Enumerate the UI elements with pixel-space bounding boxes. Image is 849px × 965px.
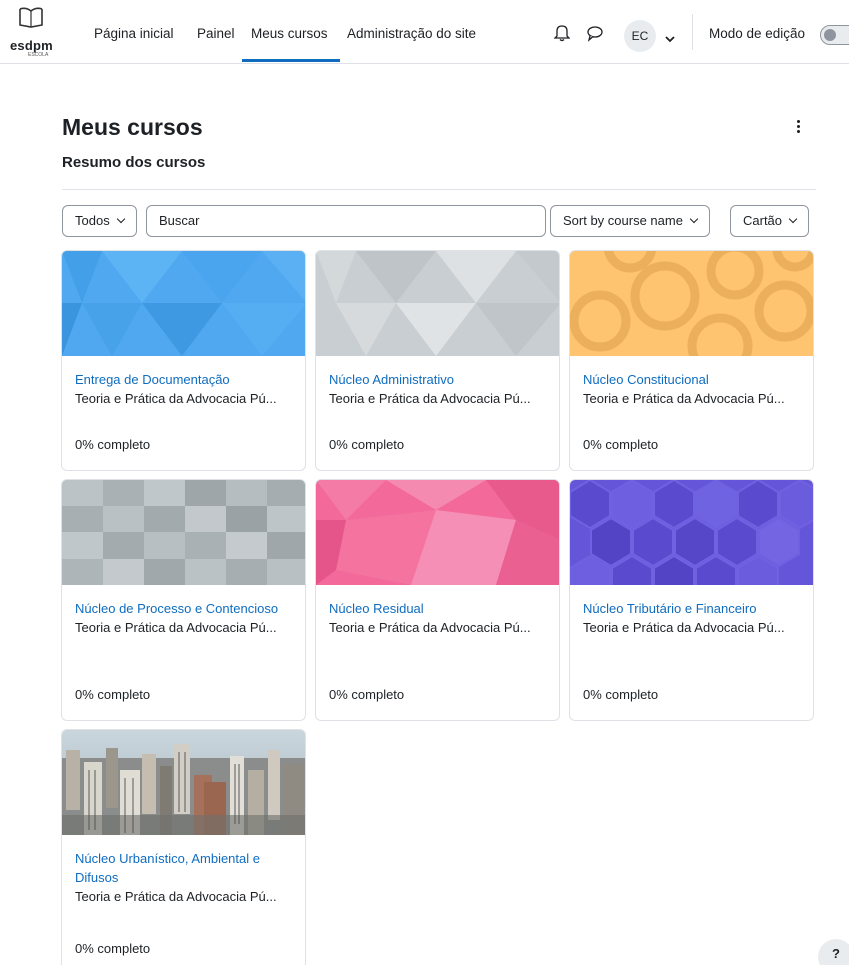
nav-home[interactable]: Página inicial: [94, 26, 174, 41]
course-card[interactable]: Núcleo Tributário e Financeiro Teoria e …: [569, 479, 814, 721]
top-navbar: esdpm ESCOLA Página inicial Painel Meus …: [0, 0, 849, 64]
chevron-down-icon: [689, 214, 699, 224]
nav-divider: [692, 14, 693, 50]
course-progress: 0% completo: [583, 687, 659, 702]
course-image[interactable]: [570, 251, 813, 356]
section-divider: [62, 189, 816, 190]
course-progress: 0% completo: [75, 687, 151, 702]
course-image[interactable]: [62, 730, 305, 835]
edit-mode-toggle[interactable]: [820, 25, 849, 45]
course-name-link[interactable]: Núcleo Administrativo: [329, 370, 546, 389]
messages-chat-icon[interactable]: [586, 24, 606, 44]
page-actions-kebab-icon[interactable]: [792, 120, 804, 138]
page-title: Meus cursos: [62, 114, 203, 140]
view-dropdown[interactable]: Cartão: [730, 205, 810, 237]
nav-dashboard[interactable]: Painel: [197, 26, 235, 41]
course-progress: 0% completo: [75, 437, 151, 452]
course-name-link[interactable]: Núcleo Residual: [329, 599, 546, 618]
course-image[interactable]: [62, 480, 305, 585]
course-category: Teoria e Prática da Advocacia Pú...: [75, 391, 277, 406]
help-button[interactable]: ?: [818, 939, 849, 965]
course-category: Teoria e Prática da Advocacia Pú...: [75, 620, 277, 635]
course-name-link[interactable]: Entrega de Documentação: [75, 370, 292, 389]
sort-value: Sort by course name: [563, 213, 683, 228]
course-category: Teoria e Prática da Advocacia Pú...: [329, 391, 531, 406]
course-image[interactable]: [570, 480, 813, 585]
course-card[interactable]: Núcleo Administrativo Teoria e Prática d…: [315, 250, 560, 471]
course-card[interactable]: Núcleo Residual Teoria e Prática da Advo…: [315, 479, 560, 721]
course-image[interactable]: [62, 251, 305, 356]
brand-tagline: ESCOLA: [28, 52, 49, 58]
toggle-knob: [824, 29, 836, 41]
user-avatar[interactable]: EC: [624, 20, 656, 52]
course-image[interactable]: [316, 251, 559, 356]
nav-site-admin[interactable]: Administração do site: [347, 26, 476, 41]
course-image[interactable]: [316, 480, 559, 585]
course-category: Teoria e Prática da Advocacia Pú...: [329, 620, 531, 635]
course-card[interactable]: Núcleo de Processo e Contencioso Teoria …: [61, 479, 306, 721]
brand-name: esdpm: [10, 38, 53, 53]
course-progress: 0% completo: [329, 687, 405, 702]
course-card[interactable]: Entrega de Documentação Teoria e Prática…: [61, 250, 306, 471]
course-name-link[interactable]: Núcleo Urbanístico, Ambiental e Difusos: [75, 849, 292, 887]
course-category: Teoria e Prática da Advocacia Pú...: [583, 620, 785, 635]
course-category: Teoria e Prática da Advocacia Pú...: [75, 889, 277, 904]
nav-my-courses[interactable]: Meus cursos: [251, 26, 328, 41]
chevron-down-icon: [116, 214, 125, 224]
section-title: Resumo dos cursos: [62, 154, 206, 171]
course-name-link[interactable]: Núcleo de Processo e Contencioso: [75, 599, 292, 618]
user-menu-chevron-down-icon[interactable]: [665, 31, 675, 46]
nav-active-indicator: [242, 59, 340, 62]
course-card[interactable]: Núcleo Constitucional Teoria e Prática d…: [569, 250, 814, 471]
course-name-link[interactable]: Núcleo Constitucional: [583, 370, 800, 389]
course-category: Teoria e Prática da Advocacia Pú...: [583, 391, 785, 406]
notifications-bell-icon[interactable]: [553, 24, 574, 44]
search-input[interactable]: Buscar: [146, 205, 546, 237]
grouping-dropdown[interactable]: Todos: [62, 205, 137, 237]
course-progress: 0% completo: [75, 941, 151, 956]
site-logo[interactable]: esdpm ESCOLA: [6, 6, 58, 58]
grouping-value: Todos: [75, 213, 110, 228]
course-name-link[interactable]: Núcleo Tributário e Financeiro: [583, 599, 800, 618]
course-progress: 0% completo: [329, 437, 405, 452]
course-progress: 0% completo: [583, 437, 659, 452]
view-value: Cartão: [743, 213, 783, 228]
book-logo-icon: [19, 7, 43, 28]
chevron-down-icon: [788, 214, 798, 224]
sort-dropdown[interactable]: Sort by course name: [550, 205, 710, 237]
edit-mode-label: Modo de edição: [709, 26, 806, 41]
course-card[interactable]: Núcleo Urbanístico, Ambiental e Difusos …: [61, 729, 306, 965]
